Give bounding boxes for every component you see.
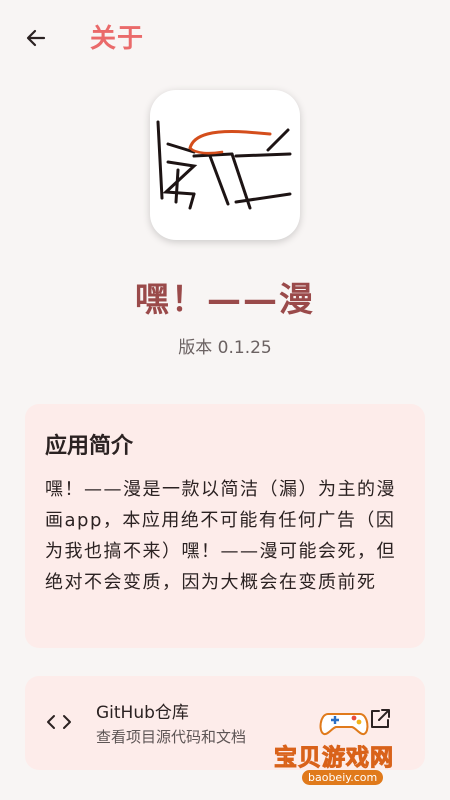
app-bar: 关于 bbox=[0, 0, 450, 76]
app-version: 版本 0.1.25 bbox=[178, 338, 272, 358]
code-brackets-icon bbox=[47, 715, 71, 729]
app-logo-icon bbox=[156, 120, 292, 210]
github-title: GitHub仓库 bbox=[96, 703, 189, 723]
page-title: 关于 bbox=[90, 24, 145, 54]
gamepad-icon bbox=[319, 713, 369, 736]
site-watermark: 宝贝游戏网 baobeiy.com bbox=[268, 702, 448, 800]
app-name: 嘿！——漫 bbox=[135, 280, 315, 320]
github-subtitle: 查看项目源代码和文档 bbox=[96, 728, 247, 746]
intro-title: 应用简介 bbox=[45, 434, 134, 459]
arrow-left-icon bbox=[26, 29, 46, 47]
watermark-url: baobeiy.com bbox=[302, 770, 384, 785]
watermark-text: 宝贝游戏网 bbox=[274, 745, 394, 772]
intro-card: 应用简介 嘿！——漫是一款以简洁（漏）为主的漫画app，本应用绝不可能有任何广告… bbox=[25, 404, 425, 648]
back-button[interactable] bbox=[16, 18, 56, 58]
intro-body: 嘿！——漫是一款以简洁（漏）为主的漫画app，本应用绝不可能有任何广告（因为我也… bbox=[45, 479, 396, 593]
app-logo bbox=[150, 90, 300, 240]
